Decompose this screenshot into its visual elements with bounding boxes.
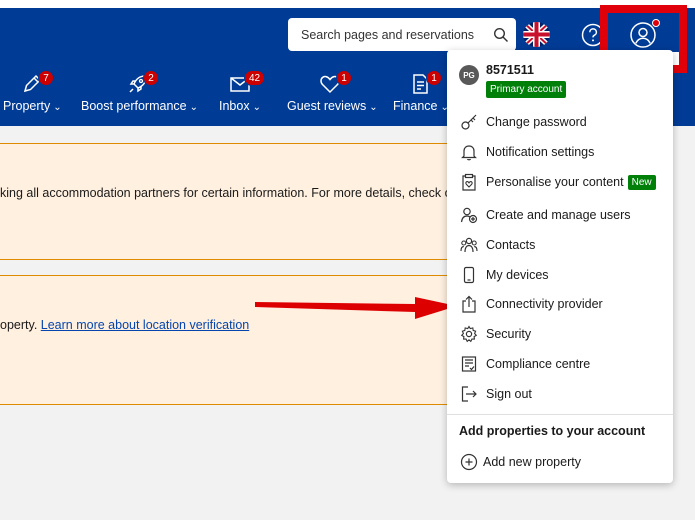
nav-property[interactable]: 7 Property ⌄ (0, 70, 62, 120)
nav-inbox[interactable]: 42 Inbox ⌄ (218, 70, 268, 120)
avatar: PG (459, 65, 479, 85)
notice-text: king all accommodation partners for cert… (0, 186, 466, 200)
phone-icon (459, 265, 479, 285)
plus-circle-icon (459, 452, 479, 472)
account-id: 8571511 (486, 63, 534, 77)
chevron-down-icon: ⌄ (189, 102, 198, 113)
top-band (0, 0, 695, 8)
contacts-icon (459, 235, 479, 255)
gear-icon (459, 324, 479, 344)
nav-label: Inbox (219, 99, 250, 113)
menu-item-security[interactable]: Security (459, 322, 664, 346)
add-properties-heading: Add properties to your account (459, 424, 646, 438)
menu-item-label: Security (486, 327, 532, 341)
menu-item-connectivity-provider[interactable]: Connectivity provider (459, 292, 664, 316)
clipboard-heart-icon (459, 172, 479, 192)
nav-finance[interactable]: 1 Finance ⌄ (392, 70, 449, 120)
nav-badge: 2 (143, 70, 159, 86)
bell-icon (459, 142, 479, 162)
menu-item-create-manage-users[interactable]: Create and manage users (459, 203, 664, 227)
share-icon (459, 294, 479, 314)
key-icon (459, 112, 479, 132)
sign-out-icon (459, 384, 479, 404)
nav-badge: 42 (244, 70, 266, 86)
nav-badge: 1 (426, 70, 442, 86)
notice-banner: king all accommodation partners for cert… (0, 143, 479, 260)
add-new-property-button[interactable]: Add new property (459, 450, 664, 474)
chevron-down-icon: ⌄ (369, 102, 378, 113)
nav-label: Guest reviews (287, 99, 367, 113)
menu-item-notification-settings[interactable]: Notification settings (459, 140, 664, 164)
user-add-icon (459, 205, 479, 225)
nav-label: Property (3, 99, 51, 113)
chevron-down-icon: ⌄ (252, 102, 261, 113)
nav-badge: 7 (38, 70, 54, 86)
uk-flag-icon[interactable] (523, 22, 550, 47)
menu-item-label: Add new property (483, 455, 581, 469)
account-dropdown-menu: PG 8571511 Primary account Change passwo… (447, 50, 673, 483)
nav-label: Finance (393, 99, 438, 113)
chevron-down-icon: ⌄ (53, 102, 62, 113)
menu-item-label: Personalise your content (486, 175, 624, 189)
search-placeholder: Search pages and reservations (301, 27, 475, 42)
menu-item-label: Notification settings (486, 145, 595, 159)
search-input[interactable]: Search pages and reservations (288, 18, 516, 51)
nav-badge: 1 (336, 70, 352, 86)
notification-dot (652, 19, 660, 27)
divider (447, 414, 673, 415)
menu-item-sign-out[interactable]: Sign out (459, 382, 664, 406)
menu-item-personalise-content[interactable]: Personalise your content New (459, 170, 664, 194)
menu-item-label: Sign out (486, 387, 532, 401)
menu-item-label: Change password (486, 115, 587, 129)
menu-item-label: Contacts (486, 238, 536, 252)
nav-boost-performance[interactable]: 2 Boost performance ⌄ (80, 70, 198, 120)
search-icon[interactable] (486, 18, 516, 51)
nav-guest-reviews[interactable]: 1 Guest reviews ⌄ (286, 70, 378, 120)
menu-item-contacts[interactable]: Contacts (459, 233, 664, 257)
menu-item-label: Connectivity provider (486, 297, 603, 311)
menu-item-compliance-centre[interactable]: Compliance centre (459, 352, 664, 376)
new-badge: New (627, 174, 656, 190)
annotation-arrow (255, 297, 457, 319)
nav-label: Boost performance (81, 99, 187, 113)
menu-item-label: Create and manage users (486, 208, 631, 222)
menu-item-label: My devices (486, 268, 549, 282)
location-verification-link[interactable]: Learn more about location verification (41, 318, 249, 332)
menu-item-label: Compliance centre (486, 357, 591, 371)
menu-item-change-password[interactable]: Change password (459, 110, 664, 134)
notice-text: operty. (0, 318, 41, 332)
menu-item-my-devices[interactable]: My devices (459, 263, 664, 287)
primary-account-badge: Primary account (486, 81, 567, 98)
compliance-icon (459, 354, 479, 374)
